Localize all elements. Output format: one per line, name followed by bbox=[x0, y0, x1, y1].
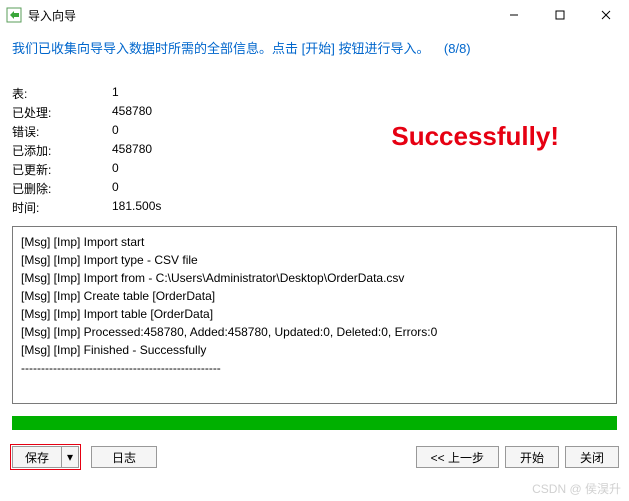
stats-panel: 表: 1 已处理: 458780 错误: 0 已添加: 458780 已更新: … bbox=[0, 61, 629, 220]
success-overlay-text: Successfully! bbox=[391, 121, 559, 152]
log-line: [Msg] [Imp] Import type - CSV file bbox=[21, 251, 608, 269]
log-line: [Msg] [Imp] Import table [OrderData] bbox=[21, 305, 608, 323]
value-processed: 458780 bbox=[112, 104, 161, 121]
step-indicator: (8/8) bbox=[444, 41, 471, 56]
label-errors: 错误: bbox=[12, 123, 112, 140]
maximize-button[interactable] bbox=[537, 0, 583, 30]
close-wizard-button[interactable]: 关闭 bbox=[565, 446, 619, 468]
label-tables: 表: bbox=[12, 85, 112, 102]
log-line: [Msg] [Imp] Import start bbox=[21, 233, 608, 251]
log-line: [Msg] [Imp] Create table [OrderData] bbox=[21, 287, 608, 305]
value-tables: 1 bbox=[112, 85, 161, 102]
label-processed: 已处理: bbox=[12, 104, 112, 121]
value-deleted: 0 bbox=[112, 180, 161, 197]
close-button[interactable] bbox=[583, 0, 629, 30]
save-dropdown-button[interactable]: ▾ bbox=[61, 446, 79, 468]
log-line: [Msg] [Imp] Finished - Successfully bbox=[21, 341, 608, 359]
value-updated: 0 bbox=[112, 161, 161, 178]
label-time: 时间: bbox=[12, 199, 112, 216]
label-updated: 已更新: bbox=[12, 161, 112, 178]
label-deleted: 已删除: bbox=[12, 180, 112, 197]
prev-step-button[interactable]: << 上一步 bbox=[416, 446, 499, 468]
log-line: [Msg] [Imp] Processed:458780, Added:4587… bbox=[21, 323, 608, 341]
value-errors: 0 bbox=[112, 123, 161, 140]
chevron-down-icon: ▾ bbox=[67, 450, 73, 464]
window-title: 导入向导 bbox=[28, 7, 491, 24]
instruction-message: 我们已收集向导导入数据时所需的全部信息。点击 [开始] 按钮进行导入。 bbox=[12, 41, 429, 56]
log-button[interactable]: 日志 bbox=[91, 446, 157, 468]
start-button[interactable]: 开始 bbox=[505, 446, 559, 468]
log-output[interactable]: [Msg] [Imp] Import start[Msg] [Imp] Impo… bbox=[12, 226, 617, 404]
progress-bar bbox=[12, 416, 617, 430]
save-button-highlight: 保存 ▾ bbox=[10, 444, 81, 470]
instruction-text: 我们已收集向导导入数据时所需的全部信息。点击 [开始] 按钮进行导入。 (8/8… bbox=[0, 30, 629, 61]
import-wizard-icon bbox=[6, 7, 22, 23]
value-added: 458780 bbox=[112, 142, 161, 159]
minimize-button[interactable] bbox=[491, 0, 537, 30]
title-bar: 导入向导 bbox=[0, 0, 629, 30]
label-added: 已添加: bbox=[12, 142, 112, 159]
value-time: 181.500s bbox=[112, 199, 161, 216]
window-controls bbox=[491, 0, 629, 30]
button-row: 保存 ▾ 日志 << 上一步 开始 关闭 bbox=[0, 430, 629, 476]
log-line: [Msg] [Imp] Import from - C:\Users\Admin… bbox=[21, 269, 608, 287]
log-line: ----------------------------------------… bbox=[21, 359, 608, 377]
watermark-text: CSDN @ 侯淏升 bbox=[532, 480, 621, 497]
save-button[interactable]: 保存 bbox=[12, 446, 61, 468]
